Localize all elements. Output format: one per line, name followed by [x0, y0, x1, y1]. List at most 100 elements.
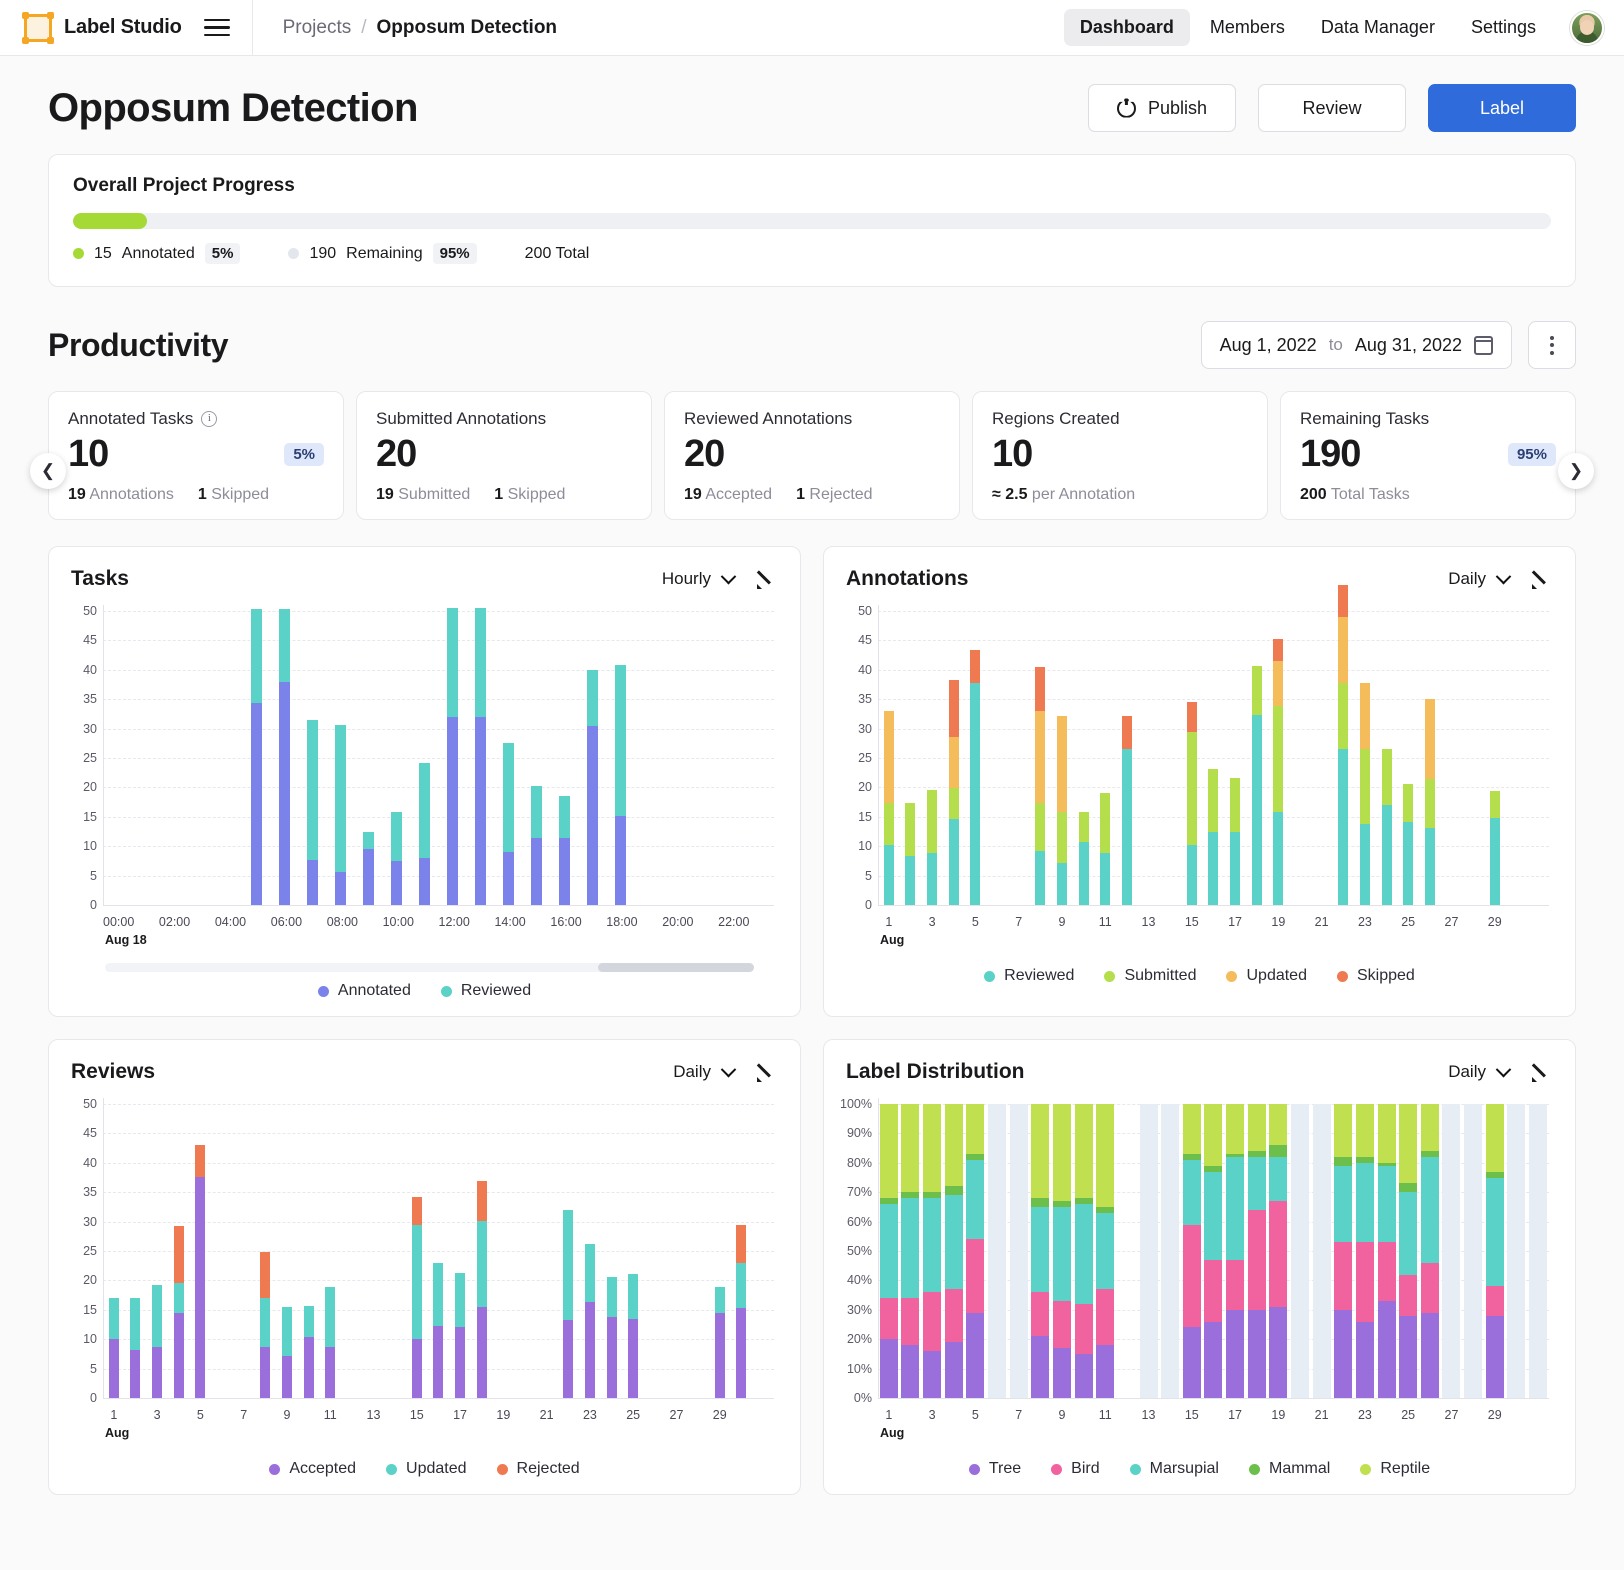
stacked-bar[interactable] [307, 720, 318, 905]
bar-slot[interactable] [1484, 1098, 1506, 1398]
bar-slot[interactable] [1116, 1098, 1138, 1398]
stacked-bar[interactable] [1269, 1104, 1287, 1398]
stacked-bar[interactable] [1464, 1104, 1482, 1398]
bar-slot[interactable] [243, 605, 271, 905]
bar-slot[interactable] [1354, 1098, 1376, 1398]
bar-slot[interactable] [1289, 1098, 1311, 1398]
stacked-bar[interactable] [1529, 1104, 1547, 1398]
stats-next-button[interactable]: ❯ [1558, 453, 1594, 489]
stacked-bar[interactable] [1490, 791, 1500, 905]
bar-slot[interactable] [878, 605, 900, 905]
stacked-bar[interactable] [531, 786, 542, 905]
granularity-select[interactable]: Hourly [662, 569, 734, 589]
bar-slot[interactable] [211, 1098, 233, 1398]
stacked-bar[interactable] [1204, 1104, 1222, 1398]
bar-slot[interactable] [1462, 605, 1484, 905]
stacked-bar[interactable] [447, 608, 458, 905]
bar-slot[interactable] [1397, 1098, 1419, 1398]
granularity-select[interactable]: Daily [1448, 569, 1509, 589]
stacked-bar[interactable] [1096, 1104, 1114, 1398]
bar-slot[interactable] [687, 1098, 709, 1398]
bar-slot[interactable] [363, 1098, 385, 1398]
bar-slot[interactable] [1224, 1098, 1246, 1398]
info-icon[interactable]: i [201, 411, 217, 427]
bar-slot[interactable] [878, 1098, 900, 1398]
chart-horizontal-scrollbar[interactable] [105, 963, 754, 972]
nav-item-members[interactable]: Members [1194, 9, 1301, 46]
bar-slot[interactable] [254, 1098, 276, 1398]
bar-slot[interactable] [1094, 605, 1116, 905]
brand[interactable]: Label Studio [24, 14, 182, 42]
legend-item[interactable]: Rejected [497, 1460, 580, 1478]
stacked-bar[interactable] [455, 1273, 465, 1398]
legend-item[interactable]: Submitted [1104, 967, 1196, 985]
stacked-bar[interactable] [1208, 769, 1218, 905]
bar-slot[interactable] [125, 1098, 147, 1398]
bar-slot[interactable] [298, 1098, 320, 1398]
bar-slot[interactable] [514, 1098, 536, 1398]
hamburger-icon[interactable] [204, 19, 230, 37]
bar-slot[interactable] [1051, 1098, 1073, 1398]
bar-slot[interactable] [690, 605, 718, 905]
stacked-bar[interactable] [1273, 639, 1283, 905]
bar-slot[interactable] [709, 1098, 731, 1398]
stacked-bar[interactable] [1075, 1104, 1093, 1398]
bar-slot[interactable] [1506, 605, 1528, 905]
legend-item[interactable]: Mammal [1249, 1460, 1330, 1478]
granularity-select[interactable]: Daily [673, 1062, 734, 1082]
stacked-bar[interactable] [559, 796, 570, 905]
bar-slot[interactable] [471, 1098, 493, 1398]
bar-slot[interactable] [1527, 605, 1549, 905]
bar-slot[interactable] [1203, 1098, 1225, 1398]
stacked-bar[interactable] [152, 1285, 162, 1398]
bar-slot[interactable] [1289, 605, 1311, 905]
stacked-bar[interactable] [1161, 1104, 1179, 1398]
bar-slot[interactable] [1159, 605, 1181, 905]
bar-slot[interactable] [746, 605, 774, 905]
bar-slot[interactable] [1116, 605, 1138, 905]
bar-slot[interactable] [1094, 1098, 1116, 1398]
legend-item[interactable]: Marsupial [1130, 1460, 1219, 1478]
bar-slot[interactable] [1397, 605, 1419, 905]
bar-slot[interactable] [1332, 605, 1354, 905]
stacked-bar[interactable] [1421, 1104, 1439, 1398]
stacked-bar[interactable] [905, 803, 915, 905]
stacked-bar[interactable] [901, 1104, 919, 1398]
bar-slot[interactable] [1073, 1098, 1095, 1398]
nav-item-settings[interactable]: Settings [1455, 9, 1552, 46]
bar-slot[interactable] [168, 1098, 190, 1398]
bar-slot[interactable] [190, 1098, 212, 1398]
bar-slot[interactable] [1224, 605, 1246, 905]
scrollbar-thumb[interactable] [598, 963, 754, 972]
bar-slot[interactable] [410, 605, 438, 905]
legend-item[interactable]: Bird [1051, 1460, 1099, 1478]
stacked-bar[interactable] [1079, 812, 1089, 905]
pencil-icon[interactable] [756, 568, 778, 590]
bar-slot[interactable] [900, 1098, 922, 1398]
stacked-bar[interactable] [1100, 793, 1110, 905]
publish-button[interactable]: Publish [1088, 84, 1236, 132]
stacked-bar[interactable] [419, 763, 430, 905]
legend-item[interactable]: Reviewed [984, 967, 1074, 985]
bar-slot[interactable] [319, 1098, 341, 1398]
stacked-bar[interactable] [195, 1145, 205, 1398]
bar-slot[interactable] [900, 605, 922, 905]
bar-slot[interactable] [159, 605, 187, 905]
stacked-bar[interactable] [1031, 1104, 1049, 1398]
stacked-bar[interactable] [988, 1104, 1006, 1398]
stacked-bar[interactable] [279, 609, 290, 905]
bar-slot[interactable] [1441, 605, 1463, 905]
legend-item[interactable]: Skipped [1337, 967, 1415, 985]
bar-slot[interactable] [1419, 1098, 1441, 1398]
granularity-select[interactable]: Daily [1448, 1062, 1509, 1082]
stacked-bar[interactable] [475, 608, 486, 905]
legend-item[interactable]: Tree [969, 1460, 1021, 1478]
bar-slot[interactable] [606, 605, 634, 905]
bar-slot[interactable] [493, 1098, 515, 1398]
stacked-bar[interactable] [949, 680, 959, 905]
pencil-icon[interactable] [1531, 568, 1553, 590]
stacked-bar[interactable] [966, 1104, 984, 1398]
bar-slot[interactable] [1246, 1098, 1268, 1398]
stacked-bar[interactable] [1360, 683, 1370, 905]
legend-item[interactable]: Accepted [269, 1460, 356, 1478]
